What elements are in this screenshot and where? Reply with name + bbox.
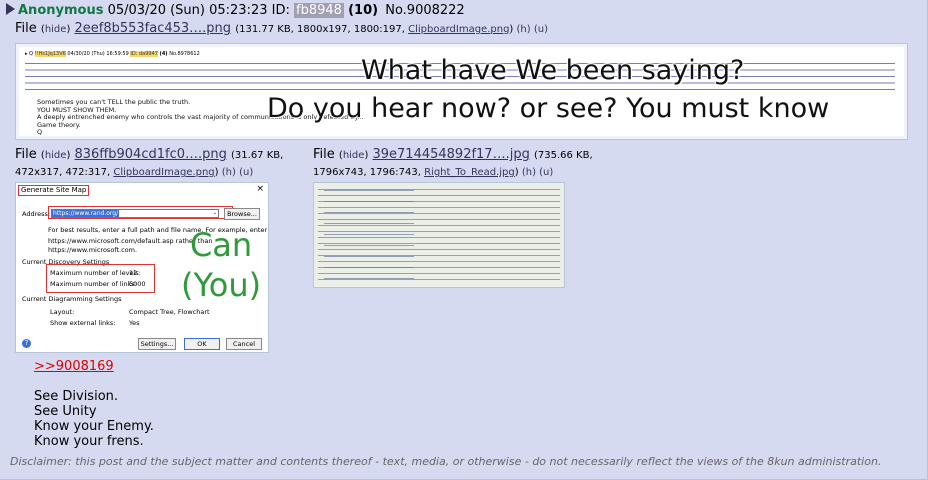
address-field: https://www.rand.org/⌄ (51, 209, 219, 218)
address-highlight: https://www.rand.org/⌄ (48, 206, 233, 219)
max-links-label: Maximum number of links: (50, 280, 137, 288)
overlay-can-you: Can (You) (181, 226, 262, 304)
post-menu-arrow-icon[interactable] (6, 3, 15, 15)
h-link[interactable]: (h) (222, 167, 236, 178)
file-meta: (31.67 KB, (231, 150, 284, 161)
id-label: ID: (271, 3, 290, 18)
file-meta-2: 472x317, 472:317, ClipboardImage.png) (h… (15, 167, 254, 178)
original-filename-link[interactable]: Right_To_Read.jpg (424, 167, 515, 178)
dialog-titlebar: Generate Site Map × (16, 183, 268, 197)
post-intro: Anonymous 05/03/20 (Sun) 05:23:23 ID: fb… (6, 3, 465, 18)
hide-link[interactable]: hide (343, 150, 365, 161)
file-label: File (15, 147, 37, 162)
file-label: File (15, 21, 37, 36)
document-headings-image (324, 186, 414, 281)
max-levels-label: Maximum number of levels: (50, 269, 141, 277)
file-meta-2: 1796x743, 1796:743, Right_To_Read.jpg) (… (313, 167, 554, 178)
file-link[interactable]: 39e714454892f17….jpg (372, 147, 529, 162)
layout-value: Compact Tree, Flowchart (129, 308, 210, 316)
close-icon: × (256, 184, 264, 194)
u-link[interactable]: (u) (534, 24, 548, 35)
overlay-text-1: What have We been saying? (361, 55, 745, 86)
file-info-3: File (hide) 39e714454892f17….jpg (735.66… (313, 147, 593, 178)
body-line: Know your Enemy. (34, 419, 154, 434)
file-thumbnail-1[interactable]: ▸ Q !!Hs1Jq13V6 04/30/20 (Thu) 16:59:59 … (15, 43, 908, 140)
hide-link[interactable]: hide (45, 24, 67, 35)
poster-name: Anonymous (18, 3, 104, 18)
help-icon: ? (22, 339, 31, 348)
h-link[interactable]: (h) (517, 24, 531, 35)
ok-button: OK (184, 338, 220, 350)
original-filename-link[interactable]: ClipboardImage.png (408, 24, 509, 35)
browse-button: Browse... (224, 208, 260, 220)
settings-button: Settings... (138, 338, 176, 350)
disclaimer: Disclaimer: this post and the subject ma… (10, 455, 882, 468)
body-line: See Division. (34, 389, 119, 404)
hint-text-3: https://www.microsoft.com. (48, 246, 138, 254)
poster-id[interactable]: fb8948 (294, 3, 344, 18)
file-link[interactable]: 2eef8b553fac453….png (74, 21, 231, 36)
overlay-text-2: Do you hear now? or see? You must know (267, 93, 830, 124)
max-levels-value: 12 (129, 269, 138, 277)
file-info-2: File (hide) 836ffb904cd1fc0….png (31.67 … (15, 147, 284, 178)
h-link[interactable]: (h) (522, 167, 536, 178)
dialog-title: Generate Site Map (18, 185, 90, 196)
post: Anonymous 05/03/20 (Sun) 05:23:23 ID: fb… (0, 0, 928, 480)
site-map-dialog: Generate Site Map × Address: https://www… (16, 183, 268, 352)
file-info-1: File (hide) 2eef8b553fac453….png (131.77… (15, 21, 548, 36)
diagramming-section-label: Current Diagramming Settings (22, 295, 122, 303)
max-links-value: 5000 (129, 280, 146, 288)
quoted-post-header: ▸ Q !!Hs1Jq13V6 04/30/20 (Thu) 16:59:59 … (25, 51, 200, 57)
external-links-value: Yes (129, 319, 140, 327)
hide-link[interactable]: hide (45, 150, 67, 161)
external-links-label: Show external links: (50, 319, 116, 327)
layout-label: Layout: (50, 308, 75, 316)
address-label: Address: (22, 210, 51, 218)
body-line: Know your frens. (34, 434, 144, 449)
file-meta: (735.66 KB, (533, 150, 593, 161)
file-label: File (313, 147, 335, 162)
post-count: (10) (348, 3, 379, 18)
quote-link[interactable]: >>9008169 (34, 359, 114, 374)
post-body: See Division. See Unity Know your Enemy.… (34, 389, 154, 449)
cancel-button: Cancel (226, 338, 262, 350)
file-meta: (131.77 KB, 1800x197, 1800:197, Clipboar… (235, 24, 548, 35)
file-thumbnail-2[interactable]: Generate Site Map × Address: https://www… (15, 182, 269, 353)
post-number[interactable]: No.9008222 (385, 3, 464, 18)
u-link[interactable]: (u) (539, 167, 553, 178)
original-filename-link[interactable]: ClipboardImage.png (113, 167, 214, 178)
post-datetime: 05/03/20 (Sun) 05:23:23 (107, 3, 268, 18)
u-link[interactable]: (u) (239, 167, 253, 178)
screenshot-thumbnail: ▸ Q !!Hs1Jq13V6 04/30/20 (Thu) 16:59:59 … (19, 47, 904, 136)
file-thumbnail-3[interactable] (313, 182, 565, 288)
body-line: See Unity (34, 404, 97, 419)
file-link[interactable]: 836ffb904cd1fc0….png (74, 147, 226, 162)
